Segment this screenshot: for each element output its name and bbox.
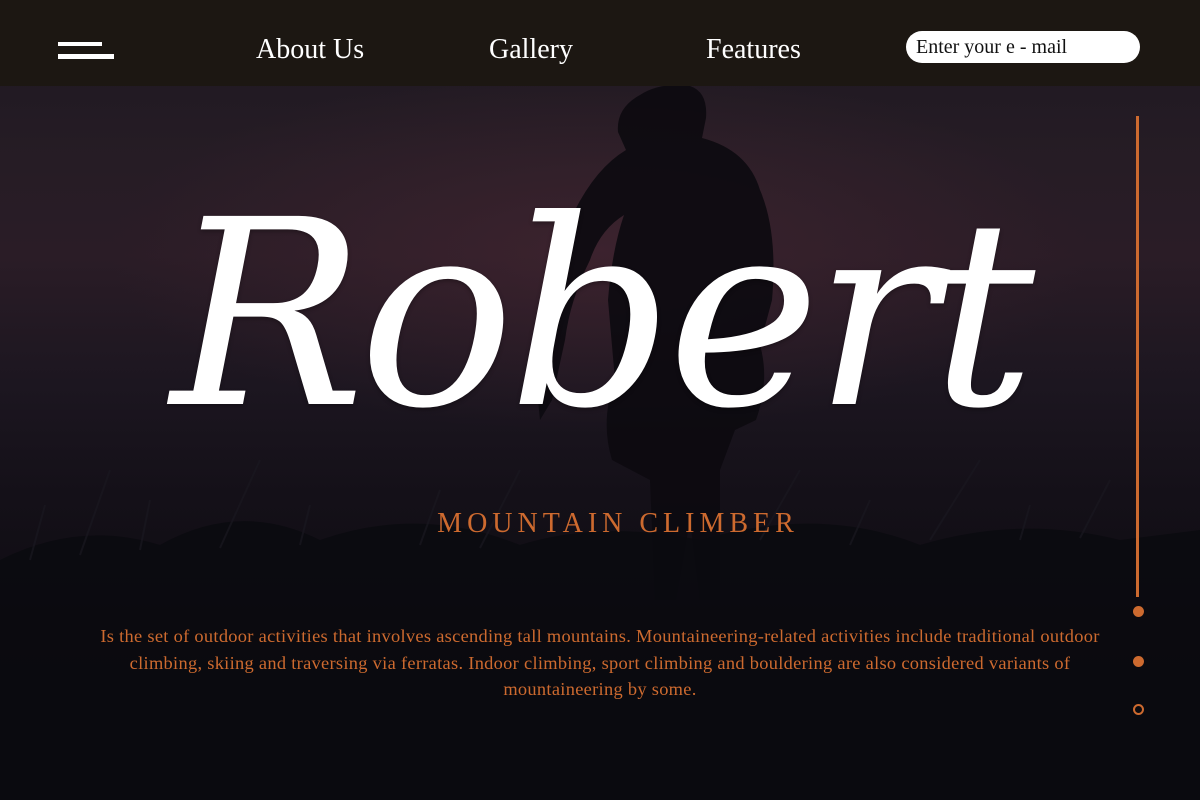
nav-link-about-us[interactable]: About Us xyxy=(256,33,364,67)
menu-icon-bar-top xyxy=(58,42,102,46)
nav-link-features[interactable]: Features xyxy=(706,33,801,67)
email-input[interactable] xyxy=(906,31,1140,63)
hero-description: Is the set of outdoor activities that in… xyxy=(100,626,1100,699)
nav-link-gallery[interactable]: Gallery xyxy=(489,33,573,67)
menu-icon-bar-bottom xyxy=(58,54,114,59)
slider-dot-1[interactable] xyxy=(1133,606,1144,617)
hero-title: Robert xyxy=(170,165,1035,465)
hero-subtitle: MOUNTAIN CLIMBER xyxy=(437,508,799,539)
slider-dot-3[interactable] xyxy=(1133,704,1144,715)
menu-icon[interactable] xyxy=(58,42,114,60)
slider-dot-2[interactable] xyxy=(1133,656,1144,667)
top-navigation-bar: About Us Gallery Features xyxy=(0,0,1200,86)
slider-track-line xyxy=(1136,116,1139,597)
